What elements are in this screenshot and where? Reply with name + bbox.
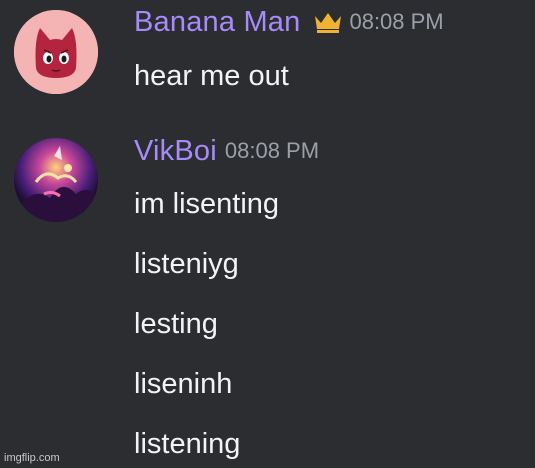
message-text: hear me out	[134, 60, 289, 92]
cat-face-icon	[14, 10, 98, 94]
message-text: lesting	[134, 308, 218, 340]
message-text: listeniyg	[134, 248, 239, 280]
message-text: listening	[134, 428, 241, 460]
avatar[interactable]	[14, 138, 98, 222]
message-text: im lisenting	[134, 188, 280, 220]
username[interactable]: Banana Man	[134, 6, 300, 39]
message-text: liseninh	[134, 368, 233, 400]
username[interactable]: VikBoi	[134, 135, 217, 168]
crown-icon	[313, 10, 343, 34]
message-header: VikBoi 08:08 PM	[134, 132, 319, 170]
avatar[interactable]	[14, 10, 98, 94]
chat-message-list: Banana Man 08:08 PM hear me out VikBoi 0…	[0, 0, 535, 468]
message-header: Banana Man 08:08 PM	[134, 3, 444, 41]
timestamp: 08:08 PM	[349, 9, 444, 34]
timestamp: 08:08 PM	[224, 138, 320, 163]
watermark: imgflip.com	[4, 452, 60, 464]
avatar-art-icon	[14, 138, 98, 222]
